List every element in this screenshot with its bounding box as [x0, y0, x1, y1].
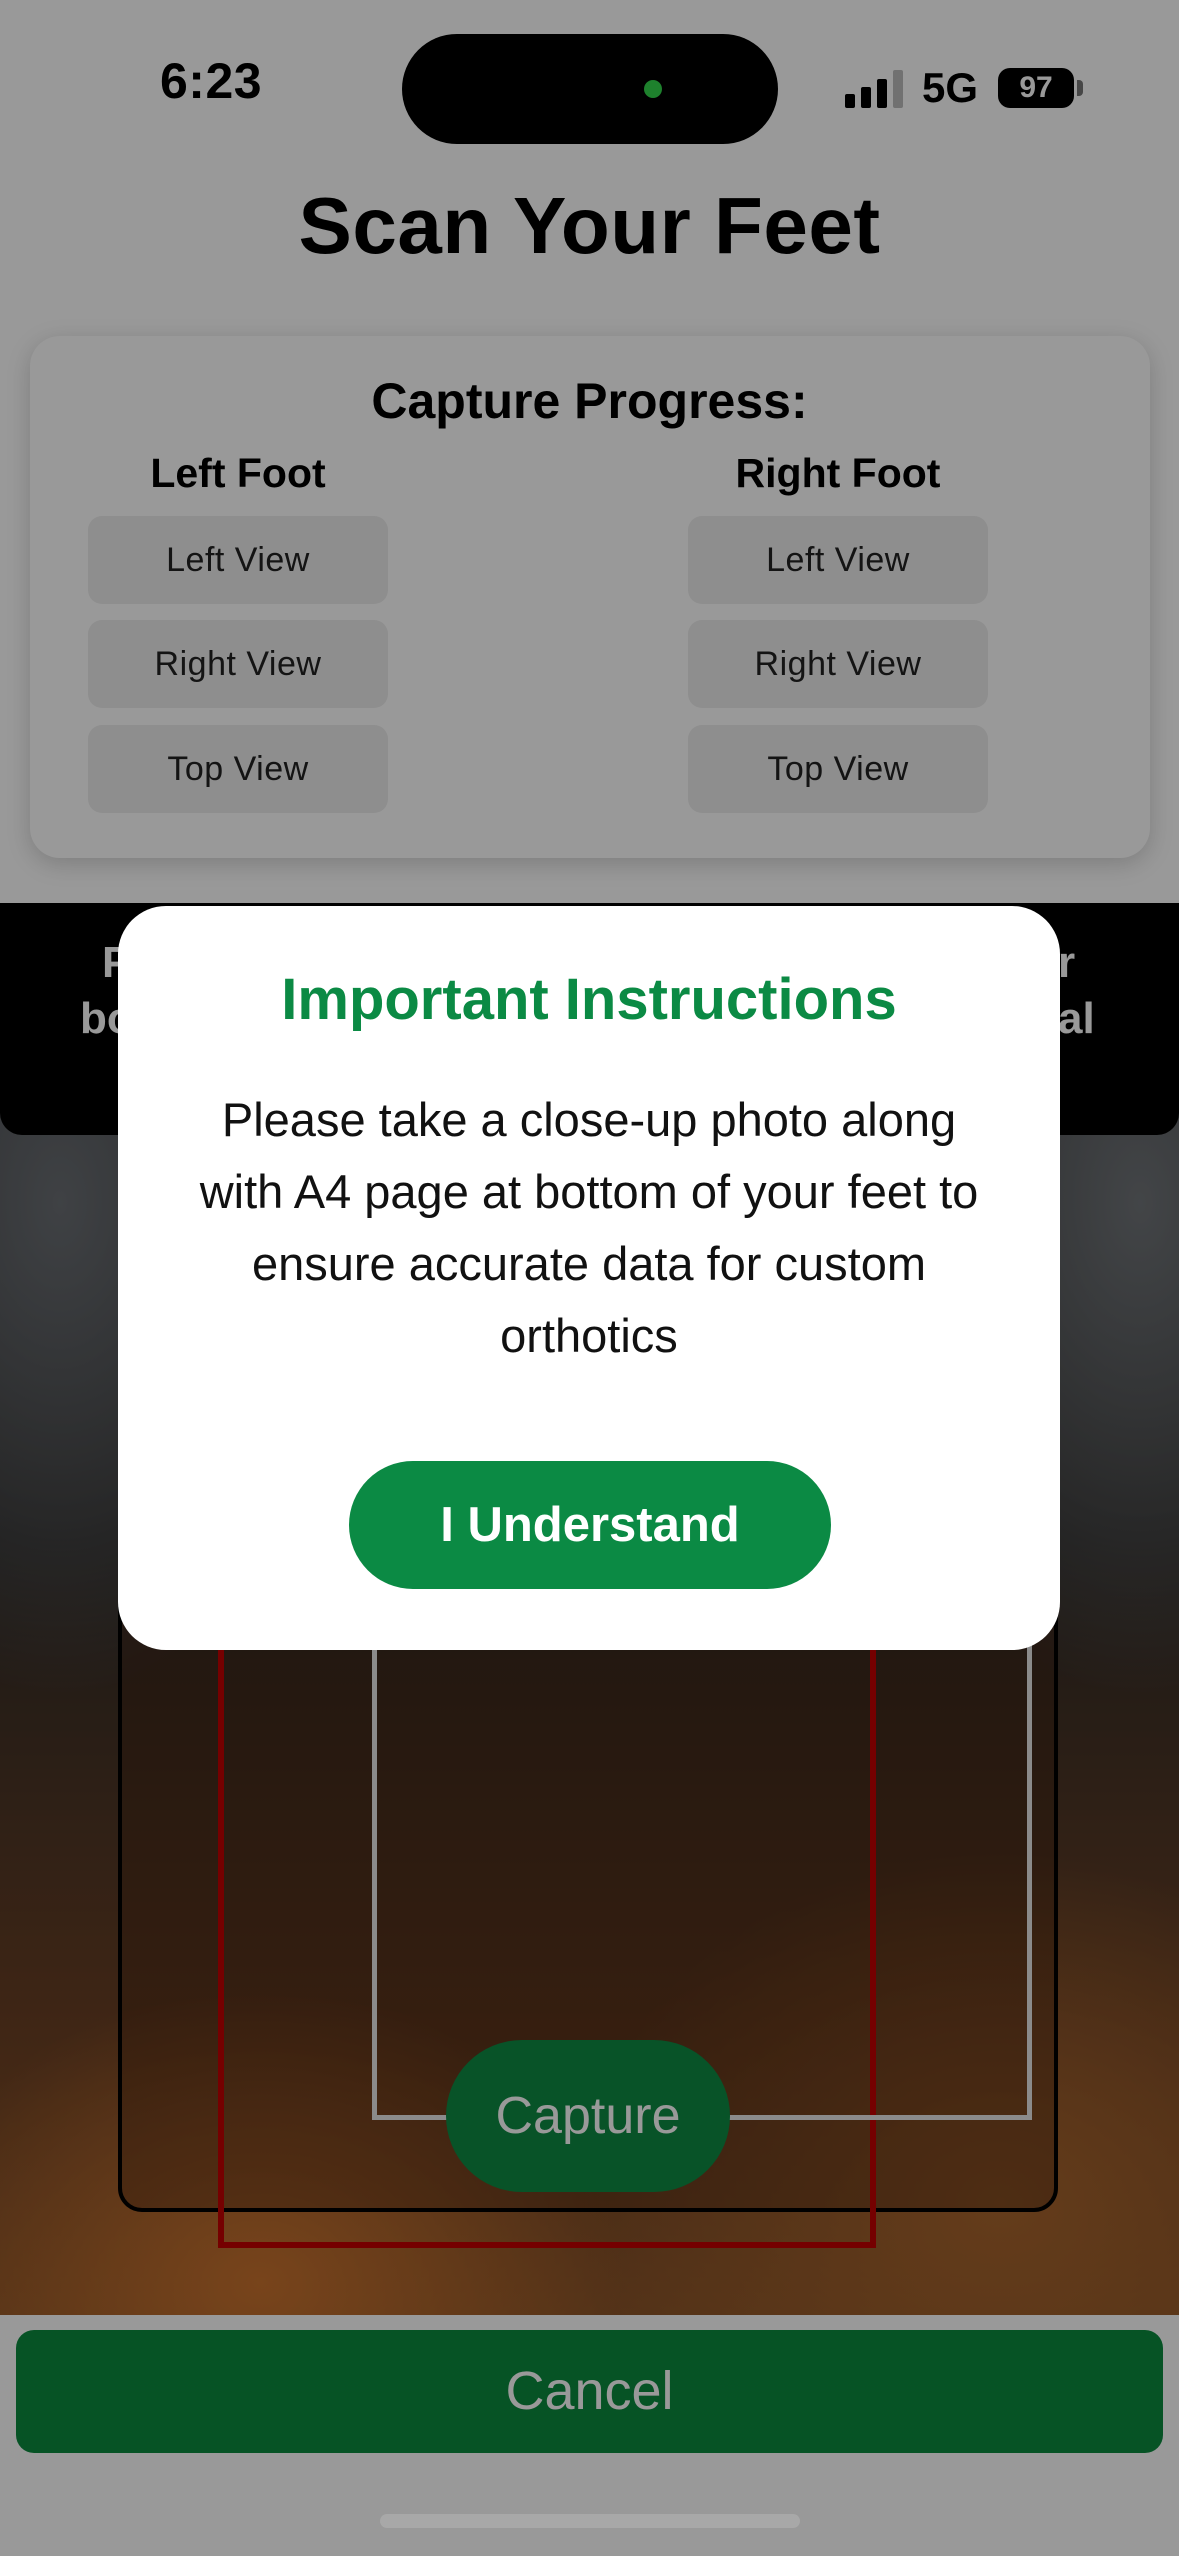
i-understand-button[interactable]: I Understand: [349, 1461, 831, 1589]
modal-body-text: Please take a close-up photo along with …: [199, 1093, 979, 1362]
modal-title: Important Instructions: [281, 967, 897, 1032]
home-indicator[interactable]: [380, 2514, 800, 2528]
